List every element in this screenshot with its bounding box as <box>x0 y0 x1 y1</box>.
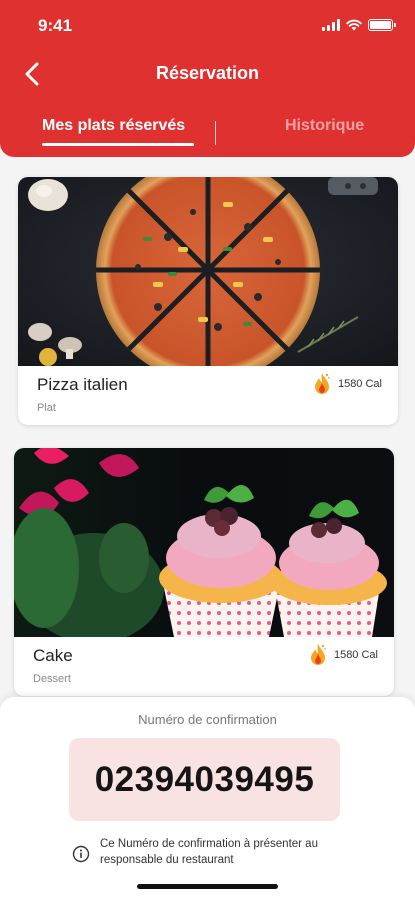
reservation-card-body: Cake Dessert 1580 Cal <box>14 637 394 696</box>
confirmation-label: Numéro de confirmation <box>138 712 277 727</box>
tab-active-indicator <box>42 143 194 146</box>
home-indicator[interactable] <box>137 884 278 889</box>
tab-label: Historique <box>285 117 365 134</box>
cake-image <box>14 448 394 637</box>
tab-mes-plats-reserves[interactable]: Mes plats réservés <box>42 117 194 146</box>
reservation-card[interactable]: Pizza italien Plat 1580 Cal <box>18 177 398 425</box>
calories-value: 1580 Cal <box>333 649 378 661</box>
tab-label: Mes plats réservés <box>42 117 186 134</box>
dish-category: Dessert <box>33 673 71 685</box>
pizza-image <box>18 177 398 366</box>
page-title: Réservation <box>155 63 260 83</box>
battery-icon <box>368 19 396 31</box>
fire-icon <box>314 373 330 394</box>
confirmation-number: 02394039495 <box>94 759 315 799</box>
dish-name: Cake <box>33 646 73 665</box>
confirmation-number-box: 02394039495 <box>69 738 340 821</box>
tab-historique[interactable]: Historique <box>285 117 364 135</box>
tab-bar: Mes plats réservés Historique <box>0 117 415 153</box>
fire-icon <box>310 644 326 665</box>
calories-badge: 1580 Cal <box>308 643 378 667</box>
confirmation-note: Ce Numéro de confirmation à présenter au… <box>72 836 372 868</box>
calories-value: 1580 Cal <box>337 378 382 390</box>
confirmation-note-text: Ce Numéro de confirmation à présenter au… <box>100 838 318 866</box>
reservation-card-body: Pizza italien Plat 1580 Cal <box>18 366 398 425</box>
reservation-card[interactable]: Cake Dessert 1580 Cal <box>14 448 394 696</box>
calories-badge: 1580 Cal <box>312 372 382 396</box>
info-icon <box>72 845 90 863</box>
wifi-icon <box>346 19 362 31</box>
status-icons <box>322 19 396 31</box>
status-bar: 9:41 <box>0 14 415 38</box>
dish-name: Pizza italien <box>37 375 128 394</box>
tab-divider <box>215 121 216 145</box>
dish-category: Plat <box>37 402 56 414</box>
status-time: 9:41 <box>38 16 73 35</box>
signal-icon <box>322 19 340 31</box>
confirmation-panel: Numéro de confirmation 02394039495 Ce Nu… <box>0 697 415 900</box>
app-header: 9:41 Réservation Mes plats réservés Hist… <box>0 0 415 157</box>
